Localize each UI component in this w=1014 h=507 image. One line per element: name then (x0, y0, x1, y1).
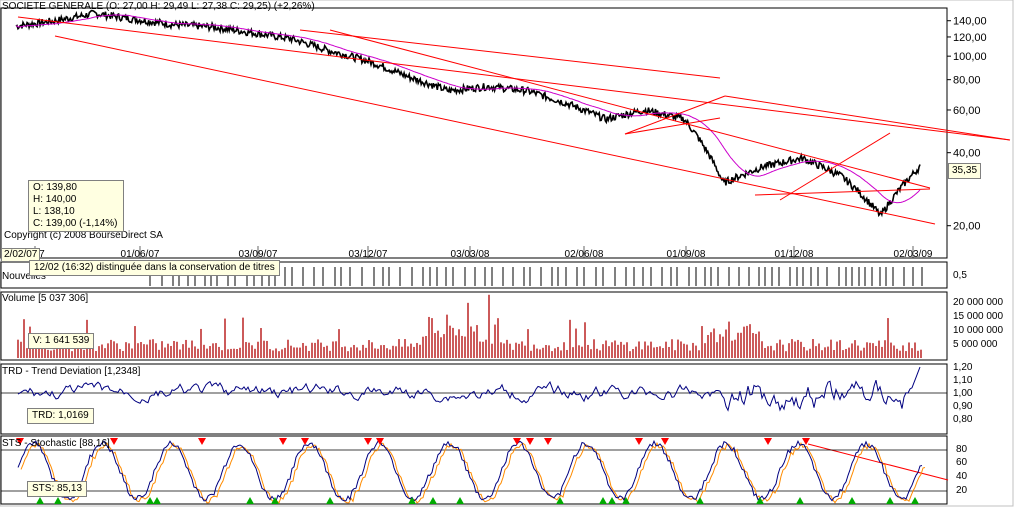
price-tick-label: 120,00 (953, 32, 987, 44)
stock-chart: 140,00120,00100,0080,0060,0040,0020,003/… (0, 0, 1014, 507)
price-tick-label: 20,00 (953, 221, 981, 233)
sts-axis-2: 60 (956, 457, 968, 468)
price-tick-label: 80,00 (953, 75, 981, 87)
vol-axis-4: 5 000 000 (953, 339, 998, 350)
date-tick-label: 02/03/09 (894, 249, 933, 260)
trd-axis-1: 1,20 (953, 362, 973, 373)
trd-axis-5: 0,80 (953, 414, 973, 425)
news-item[interactable]: 12/02 (16:32) distinguée dans la conserv… (29, 260, 280, 276)
sts-axis-3: 40 (956, 471, 968, 482)
price-panel-frame (0, 7, 948, 259)
news-axis-label: 0,5 (953, 270, 967, 281)
date-tick-label: 02/06/08 (565, 249, 604, 260)
sts-axis-4: 20 (956, 485, 968, 496)
trd-axis-3: 1,00 (953, 388, 973, 399)
volume-panel-title: Volume [5 037 306] (2, 293, 89, 304)
date-tick-label: 03/03/08 (451, 249, 490, 260)
price-tick-label: 100,00 (953, 51, 987, 63)
date-tick-label: 01/06/07 (121, 249, 160, 260)
trd-panel-title: TRD - Trend Deviation [1,2348] (2, 366, 141, 377)
vol-axis-3: 10 000 000 (953, 325, 1004, 336)
sts-value: STS: 85,13 (27, 481, 88, 497)
last-value-badge: 35,35 (948, 163, 982, 179)
ohlc-tooltip: O: 139,80 H: 140,00 L: 138,10 C: 139,00 … (28, 180, 124, 232)
date-tick-label: 03/09/07 (239, 249, 278, 260)
chart-window: 140,00120,00100,0080,0060,0040,0020,003/… (0, 0, 1014, 507)
trd-value: TRD: 1,0169 (27, 408, 94, 424)
trd-axis-4: 0,90 (953, 401, 973, 412)
ohlc-close: C: 139,00 (-1,14%) (33, 218, 118, 229)
trd-panel-frame (0, 363, 948, 435)
trd-axis-2: 1,10 (953, 375, 973, 386)
sts-axis-1: 80 (956, 444, 968, 455)
vol-axis-1: 20 000 000 (953, 297, 1004, 308)
chart-title: SOCIETE GENERALE (O: 27,00 H: 29,49 L: 2… (2, 1, 315, 12)
sts-panel-title: STS - Stochastic [88,16] (2, 438, 110, 449)
vol-axis-2: 15 000 000 (953, 311, 1004, 322)
volume-value: V: 1 641 539 (28, 333, 95, 349)
date-tick-label: 01/09/08 (667, 249, 706, 260)
date-tick-label: 03/12/07 (349, 249, 388, 260)
ohlc-high: H: 140,00 (33, 194, 77, 205)
price-tick-label: 140,00 (953, 16, 987, 28)
date-tick-label: 01/12/08 (775, 249, 814, 260)
ohlc-open: O: 139,80 (33, 182, 77, 193)
price-tick-label: 60,00 (953, 105, 981, 117)
ohlc-low: L: 138,10 (33, 206, 75, 217)
price-tick-label: 40,00 (953, 148, 981, 160)
